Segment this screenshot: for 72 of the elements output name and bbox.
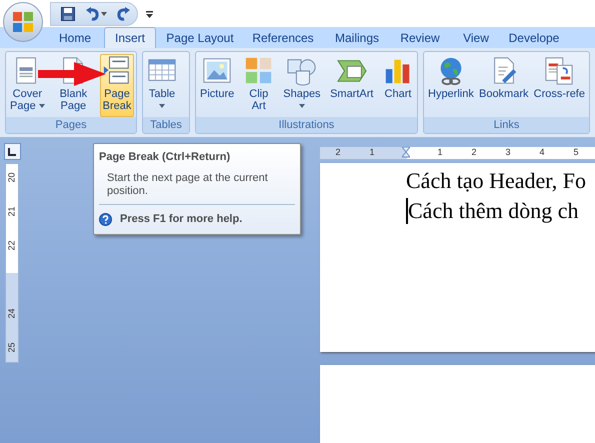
button-label: Picture bbox=[200, 88, 234, 100]
ruler-number: 5 bbox=[572, 146, 580, 160]
left-tab-icon bbox=[8, 148, 16, 156]
button-label: Break bbox=[102, 100, 132, 112]
ruler-number: 20 bbox=[8, 172, 16, 182]
group-label: Links bbox=[424, 117, 589, 133]
ruler-number: 2 bbox=[470, 146, 478, 160]
group-label: Tables bbox=[143, 117, 189, 133]
help-text: Press F1 for more help. bbox=[120, 212, 242, 227]
indent-marker-icon bbox=[402, 147, 410, 159]
ribbon-tab[interactable]: View bbox=[452, 27, 500, 48]
cross-reference-icon bbox=[544, 56, 574, 86]
ribbon-button[interactable]: Hyperlink bbox=[426, 54, 476, 117]
button-label: Hyperlink bbox=[428, 88, 474, 100]
ribbon-tab[interactable]: Home bbox=[50, 27, 100, 48]
ruler-number: 3 bbox=[504, 146, 512, 160]
ribbon-tab[interactable]: Insert bbox=[104, 27, 156, 48]
tab-selector-button[interactable] bbox=[4, 143, 20, 160]
text-cursor bbox=[406, 198, 408, 224]
office-logo-icon bbox=[12, 11, 34, 33]
button-label: Chart bbox=[384, 88, 412, 100]
ruler-number: 21 bbox=[8, 206, 16, 216]
ribbon-button[interactable]: Chart bbox=[380, 54, 415, 117]
button-label: Blank bbox=[60, 88, 88, 100]
redo-arrow-icon bbox=[117, 6, 131, 20]
ribbon-button[interactable]: Shapes bbox=[281, 54, 323, 117]
ribbon-button[interactable]: Page Break bbox=[100, 54, 134, 117]
button-label: Shapes bbox=[283, 88, 321, 100]
tooltip-title: Page Break (Ctrl+Return) bbox=[99, 150, 232, 164]
tooltip-text: Start the next page at the current position. bbox=[106, 172, 269, 198]
button-label: Cover bbox=[12, 88, 42, 100]
ruler-number: 1 bbox=[368, 146, 376, 160]
ruler-number: 2 bbox=[334, 146, 342, 160]
pointer-arrow-icon bbox=[38, 62, 106, 86]
undo-arrow-icon bbox=[85, 6, 99, 20]
ribbon-button[interactable]: Table bbox=[145, 54, 179, 117]
ruler-number: 25 bbox=[8, 342, 16, 352]
clip-art-icon bbox=[244, 56, 274, 86]
ruler-number: 24 bbox=[8, 308, 16, 318]
dropdown-caret-icon bbox=[298, 104, 305, 108]
button-label: Page bbox=[10, 100, 36, 112]
group-label: Illustrations bbox=[196, 117, 417, 133]
save-button[interactable] bbox=[59, 4, 77, 22]
button-label: Art bbox=[252, 100, 266, 112]
button-label: Page bbox=[104, 88, 130, 100]
ruler-number: 22 bbox=[8, 240, 16, 250]
button-label: Page bbox=[60, 100, 86, 112]
button-label: Table bbox=[148, 88, 176, 100]
ribbon-tab[interactable]: Review bbox=[392, 27, 448, 48]
ribbon-tab[interactable]: Mailings bbox=[326, 27, 388, 48]
ribbon-tab[interactable]: Page Layout bbox=[160, 27, 240, 48]
button-label: Cross-refe bbox=[534, 88, 585, 100]
ruler-number: 1 bbox=[436, 146, 444, 160]
ribbon-tab[interactable]: References bbox=[244, 27, 322, 48]
ribbon-button[interactable]: Cross-refe bbox=[532, 54, 587, 117]
menu-caret-icon bbox=[146, 10, 152, 18]
document-text: Cách thêm dòng ch bbox=[408, 197, 578, 225]
button-label: SmartArt bbox=[330, 88, 374, 100]
button-label: Bookmark bbox=[478, 88, 529, 100]
caret-icon bbox=[101, 12, 107, 16]
ribbon-tab[interactable]: Develope bbox=[504, 27, 564, 48]
dropdown-caret-icon bbox=[38, 104, 45, 108]
group-label: Pages bbox=[6, 117, 136, 133]
button-label: Clip bbox=[249, 88, 268, 100]
ribbon-button[interactable]: Bookmark bbox=[476, 54, 531, 117]
help-icon bbox=[99, 212, 112, 226]
ribbon-button[interactable]: Picture bbox=[198, 54, 236, 117]
ruler-number: 4 bbox=[538, 146, 546, 160]
ribbon-button[interactable]: Clip Art bbox=[242, 54, 276, 117]
dropdown-caret-icon bbox=[159, 104, 165, 108]
ribbon-button[interactable]: SmartArt bbox=[328, 54, 376, 117]
document-text: Cách tạo Header, Fo bbox=[406, 167, 586, 195]
